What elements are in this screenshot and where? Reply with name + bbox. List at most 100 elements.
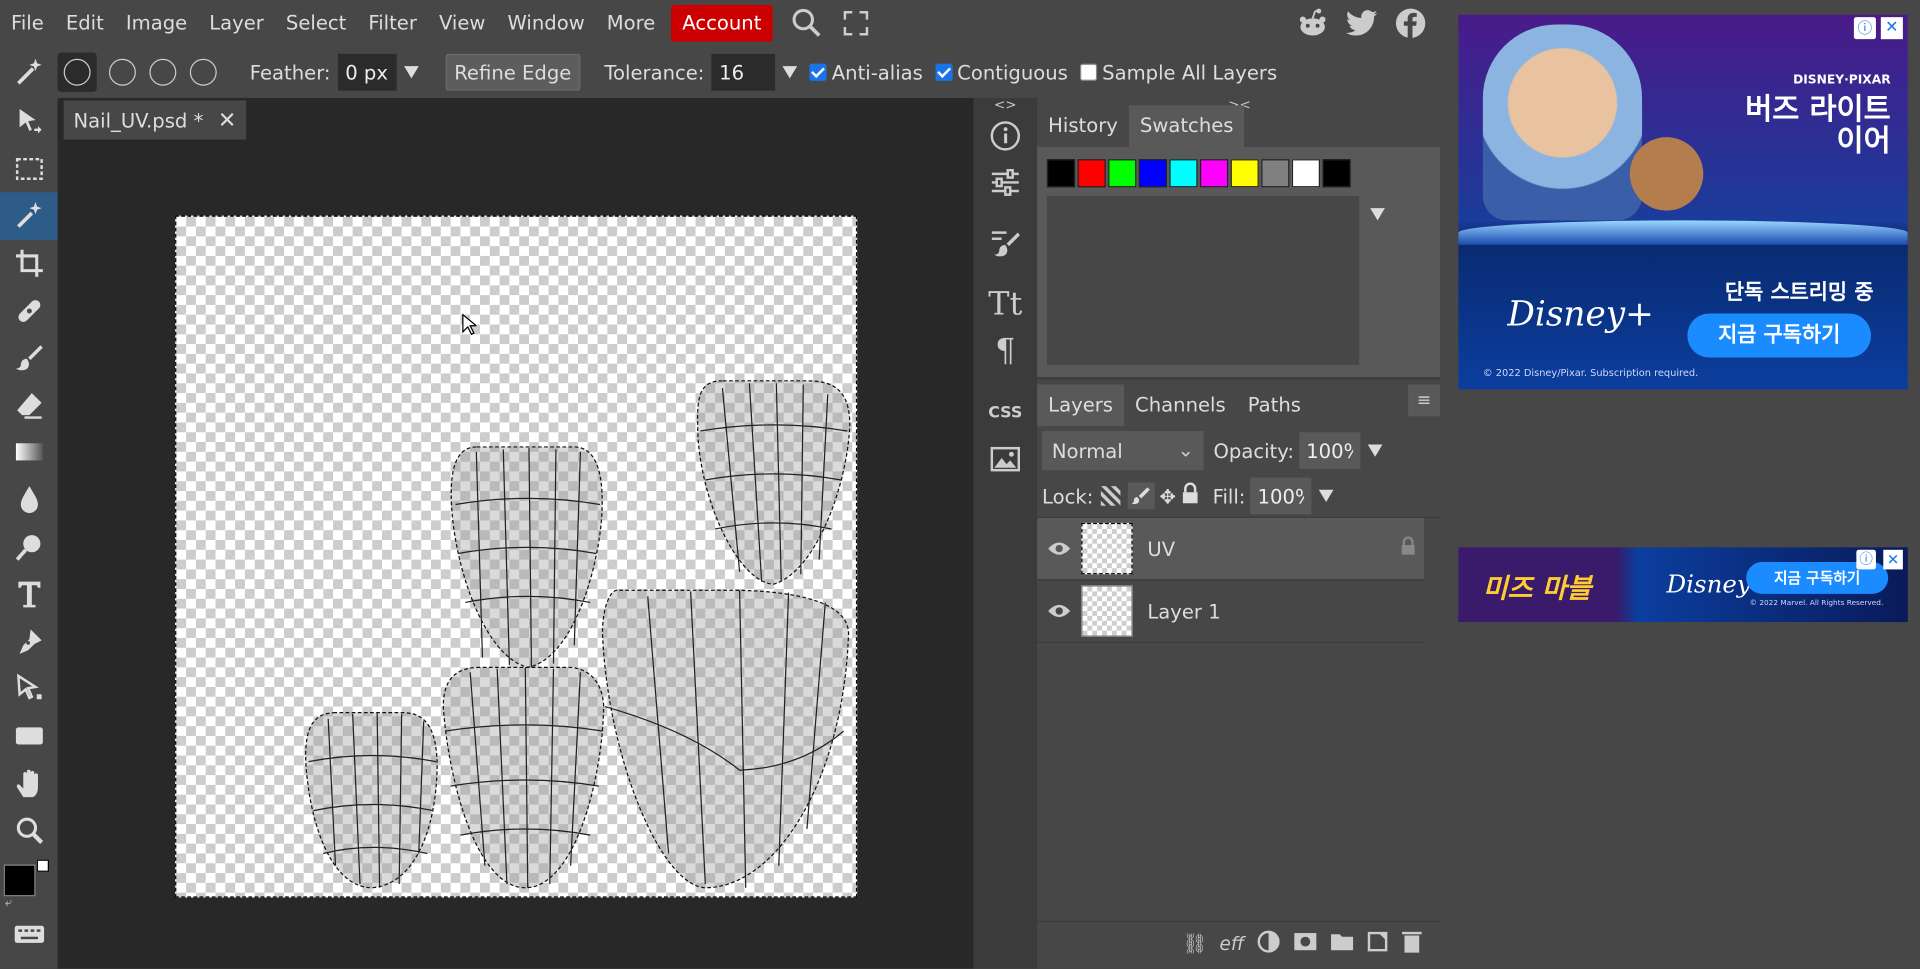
sample-all-layers-checkbox[interactable]: [1080, 63, 1098, 81]
twitter-icon[interactable]: [1345, 6, 1379, 40]
color-swatch[interactable]: [1077, 159, 1106, 188]
css-button[interactable]: CSS: [973, 389, 1037, 436]
color-swatch[interactable]: [1138, 159, 1167, 188]
color-picker[interactable]: ⤶: [0, 854, 58, 915]
menu-view[interactable]: View: [428, 5, 497, 42]
paragraph-button[interactable]: ¶: [973, 328, 1037, 375]
color-swatch[interactable]: [1169, 159, 1198, 188]
info-button[interactable]: [973, 113, 1037, 160]
foreground-color-swatch[interactable]: [3, 863, 36, 896]
lock-move-icon[interactable]: ✥: [1159, 484, 1175, 507]
brush-tool[interactable]: [0, 334, 58, 381]
layer-row-uv[interactable]: UV: [1037, 517, 1425, 581]
hand-tool[interactable]: [0, 760, 58, 807]
ad-banner-marvel[interactable]: 미즈 마블 Disney+ 지금 구독하기 © 2022 Marvel. All…: [1458, 547, 1908, 623]
color-swatch[interactable]: [1322, 159, 1351, 188]
facebook-icon[interactable]: [1393, 6, 1427, 40]
ad2-close-icon[interactable]: ✕: [1883, 549, 1903, 570]
tab-layers[interactable]: Layers: [1037, 384, 1125, 427]
menu-file[interactable]: File: [0, 5, 55, 42]
feather-dropdown-icon[interactable]: [403, 66, 419, 79]
ad2-info-icon[interactable]: ⓘ: [1856, 549, 1876, 570]
link-layers-icon[interactable]: ⛓: [1182, 932, 1207, 955]
menu-window[interactable]: Window: [496, 5, 595, 42]
blur-tool[interactable]: [0, 476, 58, 523]
new-layer-icon[interactable]: [1367, 930, 1389, 957]
image-button[interactable]: [973, 436, 1037, 483]
magic-wand-tool[interactable]: [0, 192, 58, 240]
ad-cta-button[interactable]: 지금 구독하기: [1687, 313, 1872, 358]
tolerance-dropdown-icon[interactable]: [782, 66, 798, 79]
eraser-tool[interactable]: [0, 382, 58, 429]
crop-tool[interactable]: [0, 240, 58, 287]
lock-paint-icon[interactable]: [1127, 482, 1155, 510]
lock-transparency-icon[interactable]: [1100, 486, 1121, 506]
selection-mode-add[interactable]: [108, 58, 136, 86]
visibility-eye-icon[interactable]: [1037, 602, 1081, 619]
healing-tool[interactable]: [0, 287, 58, 334]
collapse-dock-button[interactable]: <>: [973, 97, 1037, 113]
menu-more[interactable]: More: [596, 5, 667, 42]
tolerance-input[interactable]: [711, 53, 776, 91]
move-tool[interactable]: [0, 98, 58, 145]
visibility-eye-icon[interactable]: [1037, 540, 1081, 557]
document-canvas[interactable]: [175, 215, 858, 898]
tab-history[interactable]: History: [1037, 105, 1129, 147]
brush-settings-button[interactable]: [973, 220, 1037, 267]
feather-input[interactable]: [337, 53, 397, 91]
fullscreen-icon[interactable]: [841, 9, 870, 38]
swap-colors-icon[interactable]: ⤶: [5, 896, 12, 909]
selection-mode-intersect[interactable]: [189, 58, 217, 86]
character-button[interactable]: Tt: [973, 282, 1037, 329]
zoom-tool[interactable]: [0, 807, 58, 854]
close-icon[interactable]: ✕: [218, 107, 236, 133]
ad-close-icon[interactable]: ✕: [1880, 17, 1903, 40]
adjustments-button[interactable]: [973, 159, 1037, 206]
menu-layer[interactable]: Layer: [198, 5, 275, 42]
selection-mode-subtract[interactable]: [149, 58, 177, 86]
color-swatch[interactable]: [1261, 159, 1290, 188]
document-tab[interactable]: Nail_UV.psd * ✕: [63, 100, 247, 140]
account-button[interactable]: Account: [671, 4, 773, 42]
selection-mode-new[interactable]: [57, 52, 97, 92]
tab-channels[interactable]: Channels: [1124, 384, 1237, 426]
color-swatch[interactable]: [1046, 159, 1076, 188]
menu-image[interactable]: Image: [115, 5, 198, 42]
delete-layer-icon[interactable]: [1401, 929, 1423, 958]
layer-mask-icon[interactable]: [1293, 931, 1317, 955]
refine-edge-button[interactable]: Refine Edge: [445, 53, 580, 91]
blend-mode-select[interactable]: Normal ⌄: [1042, 431, 1204, 471]
gradient-tool[interactable]: [0, 429, 58, 476]
swatches-menu-icon[interactable]: [1370, 208, 1385, 221]
dodge-tool[interactable]: [0, 523, 58, 570]
opacity-dropdown-icon[interactable]: [1367, 444, 1383, 457]
new-group-icon[interactable]: [1330, 931, 1354, 955]
fill-dropdown-icon[interactable]: [1318, 489, 1334, 503]
marquee-tool[interactable]: [0, 145, 58, 192]
search-icon[interactable]: [790, 6, 824, 40]
layer-effects-icon[interactable]: eff: [1220, 932, 1245, 954]
menu-select[interactable]: Select: [275, 5, 357, 42]
opacity-input[interactable]: [1298, 432, 1361, 469]
color-swatch[interactable]: [1200, 159, 1229, 188]
tab-swatches[interactable]: Swatches: [1128, 105, 1245, 147]
keyboard-button[interactable]: [0, 915, 58, 952]
tab-paths[interactable]: Paths: [1237, 384, 1312, 426]
reddit-icon[interactable]: [1296, 6, 1330, 40]
pen-tool[interactable]: [0, 618, 58, 665]
contiguous-checkbox[interactable]: [935, 63, 953, 81]
menu-filter[interactable]: Filter: [357, 5, 428, 42]
color-swatch[interactable]: [1230, 159, 1259, 188]
magic-wand-icon[interactable]: [0, 56, 58, 88]
adjustment-layer-icon[interactable]: [1256, 929, 1280, 958]
fill-input[interactable]: [1250, 477, 1312, 515]
layer-row-layer-1[interactable]: Layer 1: [1037, 580, 1425, 643]
menu-edit[interactable]: Edit: [55, 5, 115, 42]
shape-tool[interactable]: [0, 712, 58, 759]
layers-menu-icon[interactable]: ≡: [1408, 384, 1441, 417]
color-swatch[interactable]: [1291, 159, 1321, 188]
default-colors-icon[interactable]: [36, 858, 49, 872]
color-swatch[interactable]: [1108, 159, 1137, 188]
path-select-tool[interactable]: [0, 665, 58, 712]
ad-banner-buzz[interactable]: DISNEY·PIXAR 버즈 라이트이어 Disney+ 단독 스트리밍 중 …: [1458, 14, 1908, 390]
